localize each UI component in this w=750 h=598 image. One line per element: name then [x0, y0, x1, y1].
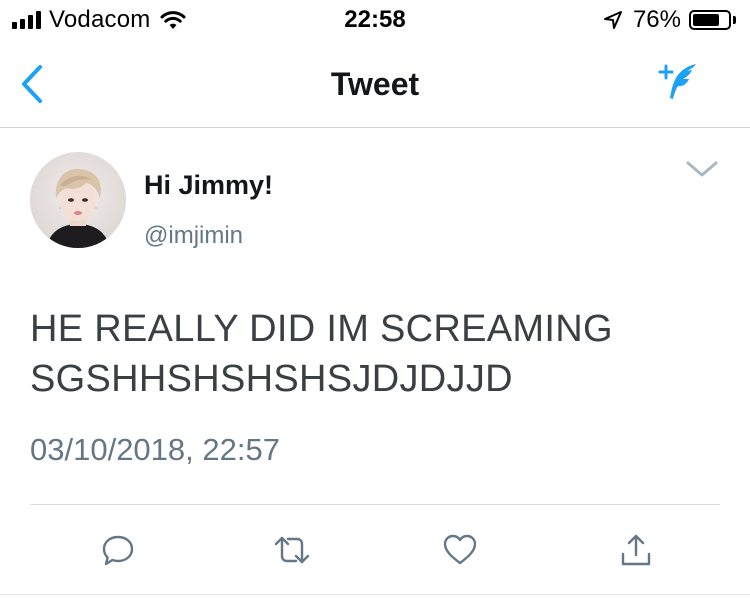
avatar-photo	[30, 152, 126, 248]
share-icon	[621, 534, 651, 566]
battery-icon	[689, 10, 731, 30]
chevron-down-icon	[686, 161, 718, 177]
status-right: 76%	[603, 6, 736, 34]
like-heart-icon	[443, 534, 477, 565]
retweet-button[interactable]	[270, 528, 314, 572]
battery-level-fill	[693, 14, 719, 26]
bottom-divider	[0, 594, 750, 595]
status-bar: Vodacom 22:58 76%	[0, 0, 750, 40]
location-arrow-icon	[603, 11, 622, 29]
tweet: Hi Jimmy! @imjimin HE REALLY DID IM SCRE…	[0, 128, 750, 598]
page-title: Tweet	[330, 66, 420, 102]
tweet-actions	[0, 528, 750, 578]
divider	[30, 504, 720, 505]
more-options-button[interactable]	[682, 154, 722, 184]
nav-bar: Tweet	[0, 40, 750, 128]
avatar[interactable]	[30, 152, 126, 248]
like-button[interactable]	[438, 528, 482, 572]
reply-icon	[102, 535, 134, 566]
tweet-text-line: SGSHHSHSHSHSJDJDJJD	[30, 358, 513, 400]
share-button[interactable]	[614, 528, 658, 572]
battery-cap	[733, 16, 736, 24]
tweet-timestamp: 03/10/2018, 22:57	[30, 432, 280, 467]
compose-tweet-button[interactable]	[654, 58, 702, 106]
retweet-icon	[274, 536, 310, 564]
reply-button[interactable]	[96, 528, 140, 572]
battery-percent: 76%	[632, 6, 681, 33]
user-handle[interactable]: @imjimin	[144, 222, 243, 250]
tweet-text: HE REALLY DID IM SCREAMING SGSHHSHSHSHSJ…	[30, 304, 720, 404]
compose-tweet-icon	[658, 64, 696, 99]
display-name[interactable]: Hi Jimmy!	[144, 170, 273, 201]
tweet-text-line: HE REALLY DID IM SCREAMING	[30, 308, 613, 350]
